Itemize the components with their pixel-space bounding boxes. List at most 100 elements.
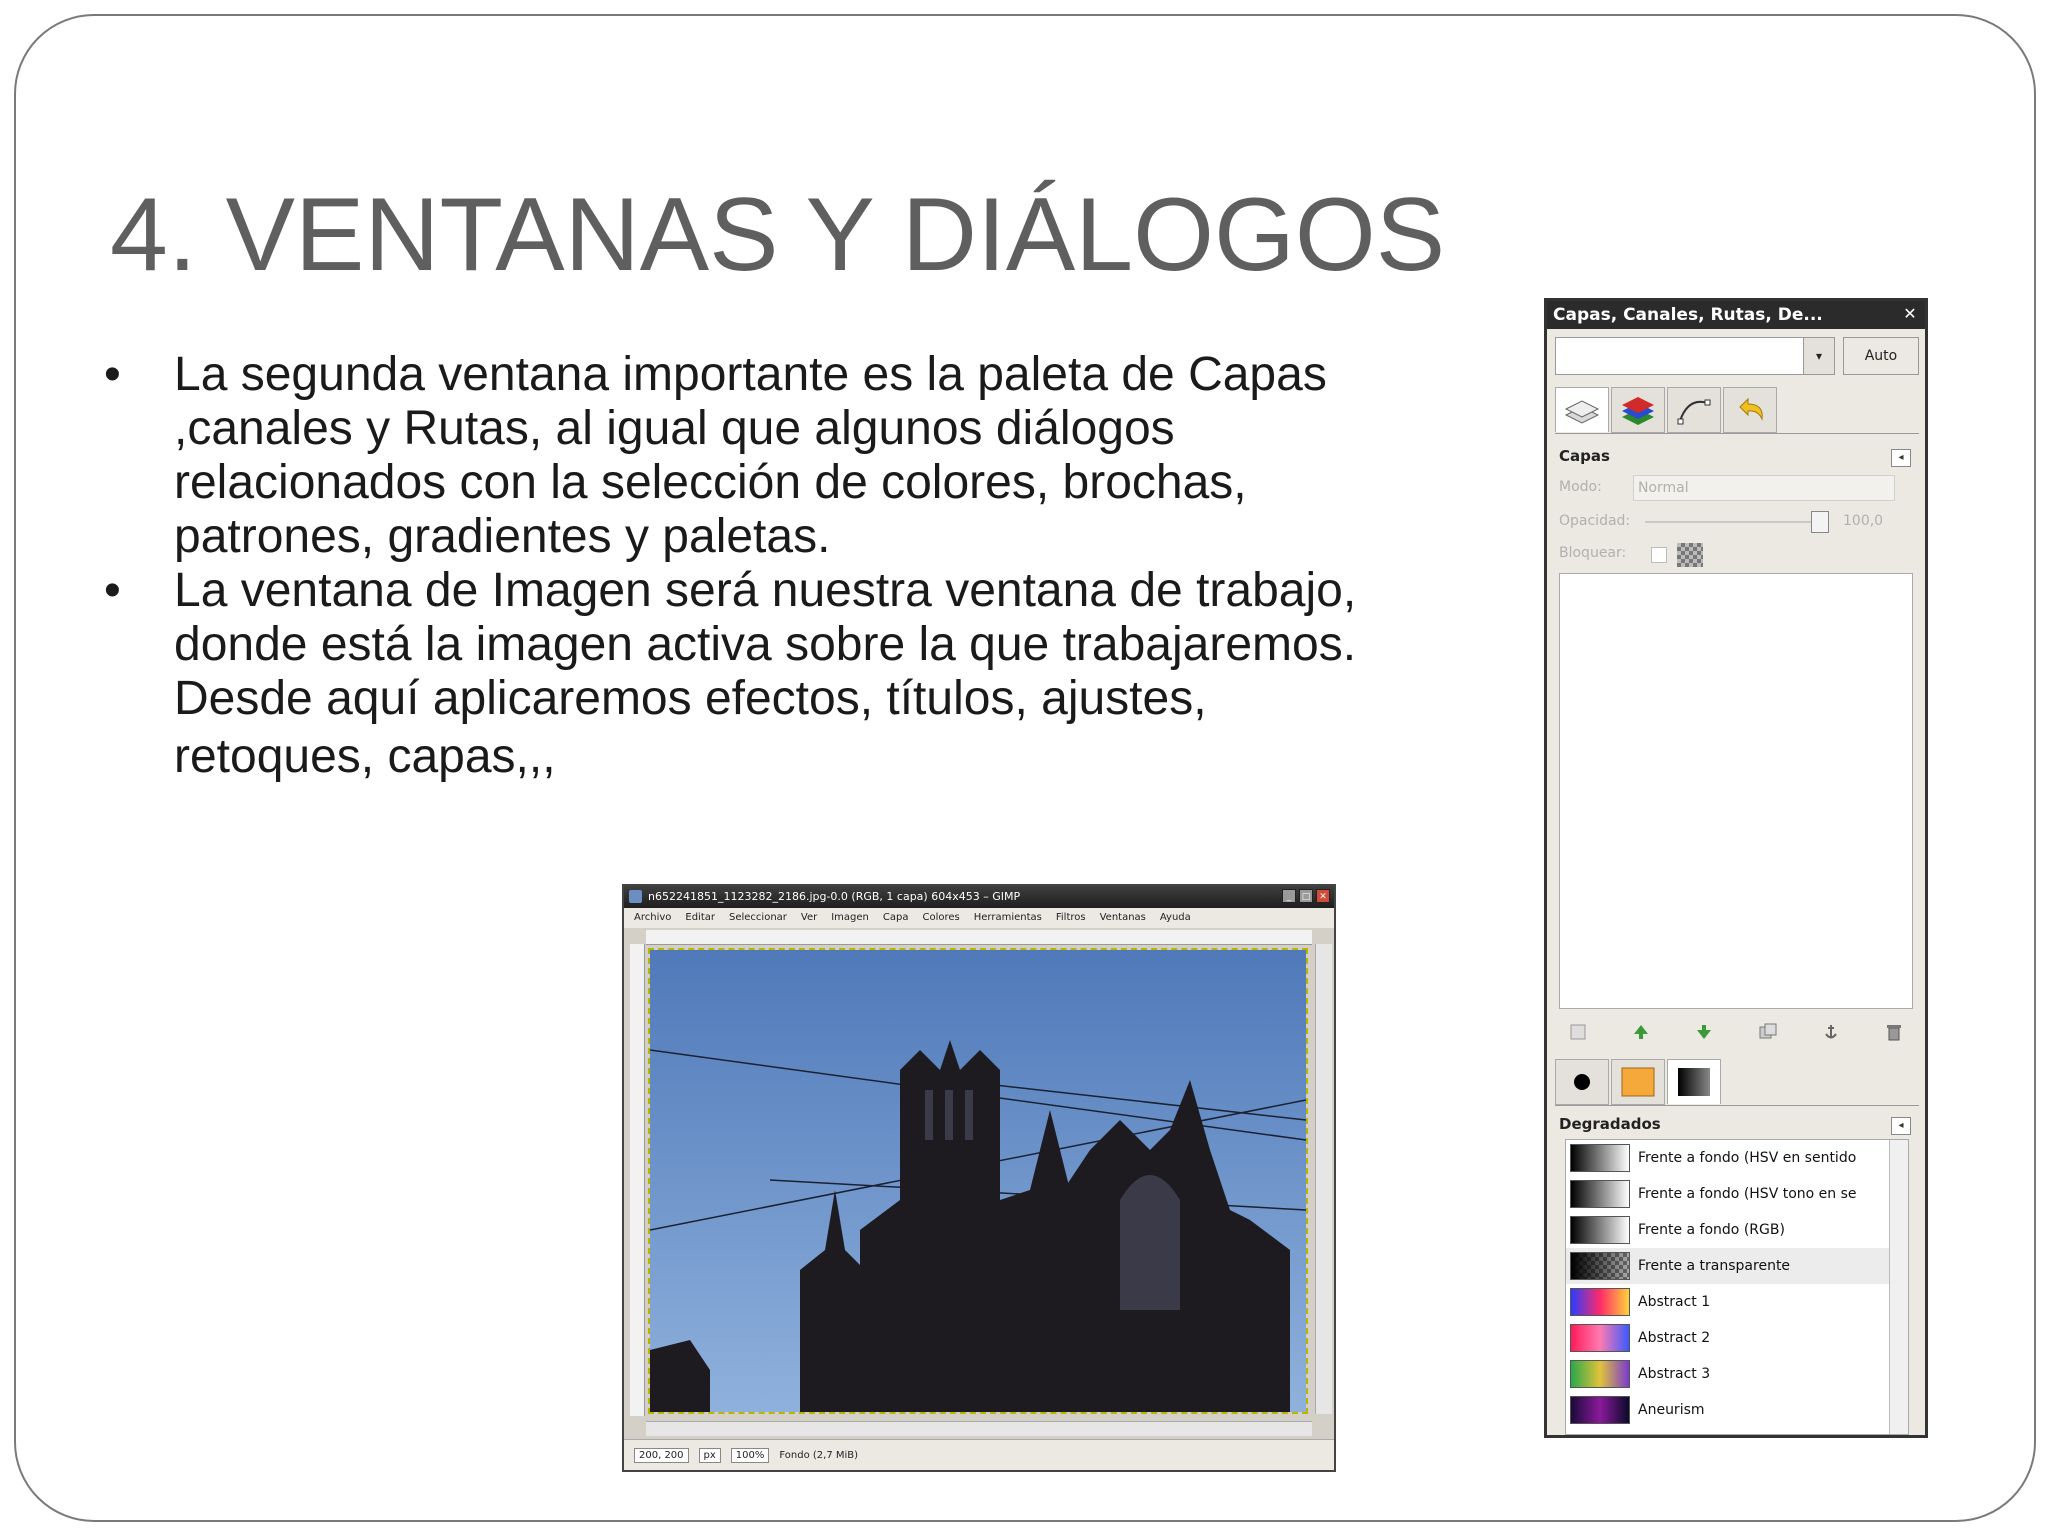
window-controls: _ □ ✕ <box>1282 889 1330 903</box>
raise-layer-icon[interactable] <box>1630 1021 1652 1043</box>
lock-label: Bloquear: <box>1559 545 1627 561</box>
gradient-item[interactable]: Aneurism <box>1566 1392 1908 1428</box>
gradient-name: Frente a fondo (RGB) <box>1638 1222 1785 1238</box>
menu-imagen[interactable]: Imagen <box>831 908 869 928</box>
gradient-item[interactable]: Abstract 2 <box>1566 1320 1908 1356</box>
maximize-icon[interactable]: □ <box>1299 889 1313 903</box>
undo-icon <box>1739 397 1763 421</box>
horizontal-ruler[interactable] <box>646 930 1312 945</box>
tab-undo-history[interactable] <box>1723 387 1777 433</box>
slide-title: 4. VENTANAS Y DIÁLOGOS <box>110 177 1446 293</box>
bullet-line: donde está la imagen activa sobre la que… <box>174 618 1357 671</box>
duplicate-layer-icon[interactable] <box>1757 1021 1779 1043</box>
chevron-down-icon[interactable]: ▾ <box>1803 338 1834 374</box>
bullet-marker: • <box>104 564 121 617</box>
panel-menu-icon[interactable]: ◂ <box>1891 449 1911 467</box>
gradient-name: Abstract 2 <box>1638 1330 1711 1346</box>
gradient-name: Frente a fondo (HSV tono en se <box>1638 1186 1857 1202</box>
horizontal-scrollbar[interactable] <box>646 1421 1312 1436</box>
bullet-line: La ventana de Imagen será nuestra ventan… <box>174 564 1357 617</box>
close-icon[interactable]: ✕ <box>1316 889 1330 903</box>
gradients-list[interactable]: Frente a fondo (HSV en sentido Frente a … <box>1565 1139 1909 1435</box>
dock-tabs <box>1555 387 1919 434</box>
layers-list[interactable] <box>1559 573 1913 1009</box>
vertical-ruler[interactable] <box>630 944 645 1416</box>
bullet-line: La segunda ventana importante es la pale… <box>174 348 1327 401</box>
bullet-item: • La ventana de Imagen será nuestra vent… <box>104 564 1464 784</box>
gradient-item[interactable]: Abstract 3 <box>1566 1356 1908 1392</box>
image-selector-combo[interactable]: ▾ <box>1555 337 1835 375</box>
menu-ventanas[interactable]: Ventanas <box>1100 908 1146 928</box>
layer-actions-bar <box>1559 1017 1913 1047</box>
gradient-swatch <box>1570 1216 1630 1244</box>
bullet-marker: • <box>104 348 121 401</box>
paths-icon <box>1677 399 1711 425</box>
bullet-line: Desde aquí aplicaremos efectos, títulos,… <box>174 672 1207 725</box>
gradient-item[interactable]: Frente a fondo (HSV en sentido <box>1566 1140 1908 1176</box>
menu-colores[interactable]: Colores <box>922 908 959 928</box>
menu-capa[interactable]: Capa <box>883 908 909 928</box>
menu-seleccionar[interactable]: Seleccionar <box>729 908 787 928</box>
zoom-select[interactable]: 100% <box>730 1447 770 1463</box>
gradient-name: Frente a transparente <box>1638 1258 1791 1274</box>
tab-layers[interactable] <box>1555 387 1609 432</box>
opacity-label: Opacidad: <box>1559 513 1631 529</box>
panel-menu-icon[interactable]: ◂ <box>1891 1117 1911 1135</box>
mode-value: Normal <box>1638 480 1689 496</box>
delete-layer-icon[interactable] <box>1883 1021 1905 1043</box>
opacity-slider-handle[interactable] <box>1811 511 1829 533</box>
tab-paths[interactable] <box>1667 387 1721 433</box>
dock-titlebar: Capas, Canales, Rutas, De... ✕ <box>1547 301 1925 329</box>
gradient-item[interactable]: Frente a fondo (RGB) <box>1566 1212 1908 1248</box>
bullet-item: • La segunda ventana importante es la pa… <box>104 348 1464 564</box>
bullet-line: retoques, capas,,, <box>174 730 556 783</box>
tab-gradients[interactable] <box>1667 1059 1721 1104</box>
tab-patterns[interactable] <box>1611 1059 1665 1105</box>
image-window-statusbar: 200, 200 px 100% Fondo (2,7 MiB) <box>624 1439 1334 1470</box>
menu-ver[interactable]: Ver <box>801 908 817 928</box>
menu-archivo[interactable]: Archivo <box>634 908 671 928</box>
pointer-coords: 200, 200 <box>634 1447 689 1463</box>
gradient-item[interactable]: Frente a fondo (HSV tono en se <box>1566 1176 1908 1212</box>
menu-editar[interactable]: Editar <box>685 908 715 928</box>
close-icon[interactable]: ✕ <box>1901 305 1919 323</box>
menu-herramientas[interactable]: Herramientas <box>974 908 1042 928</box>
dock-tabs-lower <box>1555 1059 1919 1106</box>
image-canvas[interactable] <box>648 948 1308 1414</box>
new-layer-icon[interactable] <box>1567 1021 1589 1043</box>
mode-select[interactable]: Normal <box>1633 475 1895 501</box>
tab-brushes[interactable] <box>1555 1059 1609 1105</box>
minimize-icon[interactable]: _ <box>1282 889 1296 903</box>
image-selector-row: ▾ Auto <box>1555 337 1919 377</box>
auto-button[interactable]: Auto <box>1843 337 1919 375</box>
gradient-icon <box>1678 1068 1710 1096</box>
gradient-swatch <box>1570 1288 1630 1316</box>
gradient-name: Abstract 1 <box>1638 1294 1711 1310</box>
dock-title: Capas, Canales, Rutas, De... <box>1553 305 1823 325</box>
layers-panel-heading: Capas <box>1559 447 1610 465</box>
menu-ayuda[interactable]: Ayuda <box>1160 908 1191 928</box>
gradient-item-selected[interactable]: Frente a transparente <box>1566 1248 1908 1284</box>
bullet-line: patrones, gradientes y paletas. <box>174 510 831 563</box>
unit-select[interactable]: px <box>698 1447 721 1463</box>
vertical-scrollbar[interactable] <box>1315 944 1332 1414</box>
lower-layer-icon[interactable] <box>1693 1021 1715 1043</box>
opacity-value[interactable]: 100,0 <box>1843 513 1883 529</box>
image-window-titlebar: n652241851_1123282_2186.jpg-0.0 (RGB, 1 … <box>624 886 1334 908</box>
gradient-swatch <box>1570 1252 1630 1280</box>
tab-channels[interactable] <box>1611 387 1665 433</box>
gradients-scrollbar[interactable] <box>1889 1140 1908 1434</box>
gradients-panel-heading: Degradados <box>1559 1115 1661 1133</box>
bullet-list: • La segunda ventana importante es la pa… <box>104 348 1464 784</box>
opacity-slider-track[interactable] <box>1645 521 1819 523</box>
layers-icon <box>1564 400 1600 424</box>
anchor-icon[interactable] <box>1820 1021 1842 1043</box>
gradient-item[interactable]: Abstract 1 <box>1566 1284 1908 1320</box>
pattern-icon <box>1621 1067 1655 1097</box>
gradient-name: Abstract 3 <box>1638 1366 1711 1382</box>
lock-alpha-checkbox[interactable] <box>1651 547 1667 563</box>
menu-filtros[interactable]: Filtros <box>1056 908 1086 928</box>
gradient-swatch <box>1570 1144 1630 1172</box>
image-window-menubar: Archivo Editar Seleccionar Ver Imagen Ca… <box>624 908 1334 928</box>
gimp-image-window: n652241851_1123282_2186.jpg-0.0 (RGB, 1 … <box>622 884 1336 1472</box>
